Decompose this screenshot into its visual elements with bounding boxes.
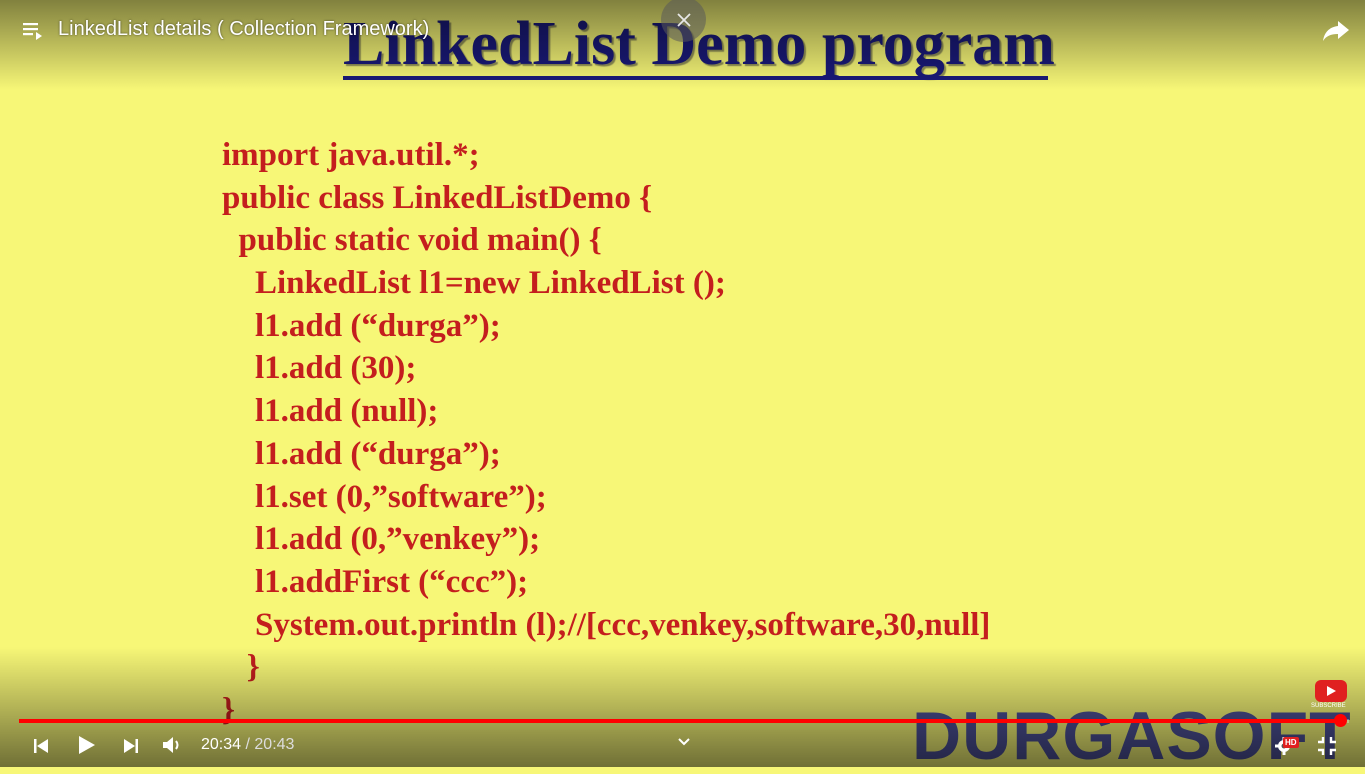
share-icon[interactable] bbox=[1321, 15, 1351, 45]
code-line: l1.addFirst (“ccc”); bbox=[222, 563, 529, 600]
skip-next-icon bbox=[124, 739, 138, 753]
next-button[interactable] bbox=[118, 733, 144, 759]
chevron-down-icon bbox=[678, 738, 690, 746]
current-time: 20:34 bbox=[201, 736, 242, 753]
video-frame: LinkedList Demo program import java.util… bbox=[0, 0, 1365, 772]
playlist-icon[interactable] bbox=[21, 19, 45, 43]
code-line: LinkedList l1=new LinkedList (); bbox=[222, 265, 726, 302]
play-icon bbox=[79, 736, 95, 754]
code-line: public static void main() { bbox=[222, 222, 602, 259]
volume-icon bbox=[163, 737, 179, 753]
video-title[interactable]: LinkedList details ( Collection Framewor… bbox=[58, 16, 429, 42]
play-button[interactable] bbox=[72, 731, 100, 759]
progress-bar[interactable] bbox=[19, 714, 1349, 727]
duration: 20:43 bbox=[254, 736, 295, 753]
code-line: l1.add (“durga”); bbox=[222, 307, 501, 344]
code-line: public class LinkedListDemo { bbox=[222, 179, 653, 216]
code-line: } bbox=[222, 691, 236, 728]
exit-fullscreen-icon bbox=[1318, 737, 1336, 755]
subscribe-label: SUBSCRIBE bbox=[1311, 703, 1346, 709]
time-separator: / bbox=[245, 736, 250, 753]
previous-button[interactable] bbox=[28, 733, 54, 759]
code-line: import java.util.*; bbox=[222, 137, 480, 173]
progress-fill bbox=[19, 719, 1340, 723]
youtube-logo-icon bbox=[1327, 686, 1336, 696]
code-line: l1.add (30); bbox=[222, 350, 417, 387]
code-line: l1.add (0,”venkey”); bbox=[222, 521, 541, 558]
code-line: l1.set (0,”software”); bbox=[222, 478, 547, 515]
code-line: l1.add (“durga”); bbox=[222, 435, 501, 472]
hd-badge: HD bbox=[1283, 737, 1299, 748]
code-line: System.out.println (l);//[ccc,venkey,sof… bbox=[222, 606, 991, 643]
subscribe-button[interactable] bbox=[1315, 680, 1347, 702]
slide-title-underline bbox=[343, 76, 1048, 80]
code-line: l1.add (null); bbox=[222, 393, 439, 430]
progress-scrubber[interactable] bbox=[1333, 714, 1347, 727]
volume-button[interactable] bbox=[159, 732, 185, 758]
code-line: } bbox=[222, 649, 260, 686]
close-icon bbox=[676, 12, 691, 27]
skip-previous-icon bbox=[34, 739, 48, 753]
code-block: import java.util.*; public class LinkedL… bbox=[222, 134, 990, 732]
time-display: 20:34 / 20:43 bbox=[201, 734, 294, 756]
exit-fullscreen-button[interactable] bbox=[1314, 733, 1340, 759]
chevron-button[interactable] bbox=[674, 733, 694, 751]
